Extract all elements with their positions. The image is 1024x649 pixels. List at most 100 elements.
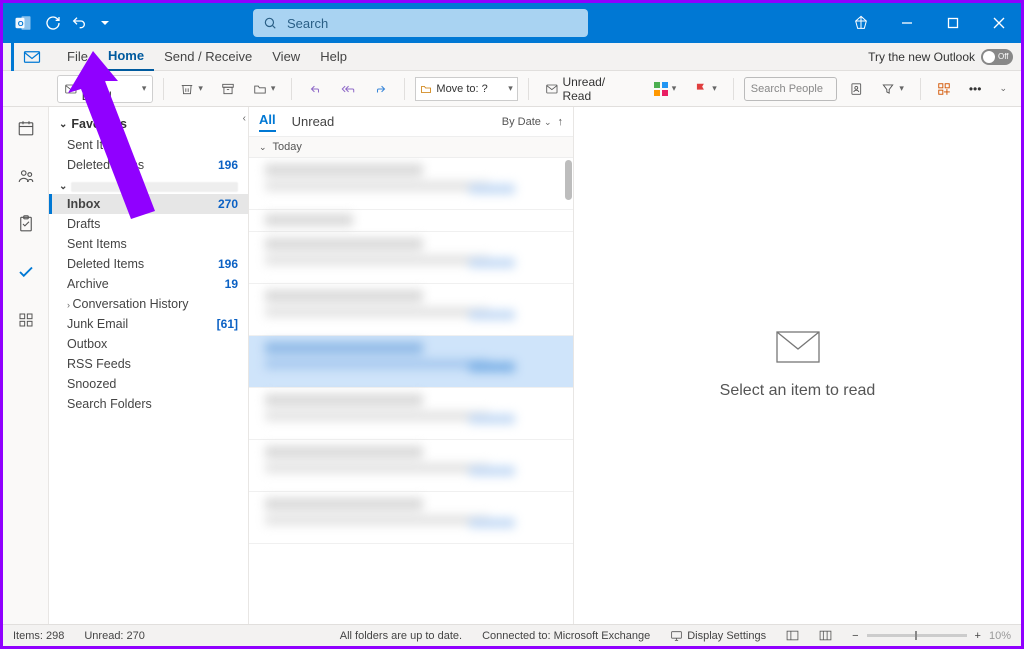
collapse-folder-pane-button[interactable]: ‹: [243, 113, 246, 124]
folder-outbox[interactable]: Outbox: [49, 334, 248, 354]
search-box[interactable]: Search: [253, 9, 588, 37]
sort-by-date[interactable]: By Date ⌄: [502, 116, 552, 128]
menu-help[interactable]: Help: [310, 43, 357, 71]
mail-item[interactable]: [249, 492, 573, 544]
status-items: Items: 298: [13, 630, 64, 642]
view-normal-button[interactable]: [786, 630, 799, 641]
new-email-button[interactable]: New Email ▾: [57, 75, 153, 103]
search-icon: [263, 16, 277, 30]
try-new-outlook-label: Try the new Outlook: [868, 50, 975, 64]
rail-tasks[interactable]: [3, 207, 49, 241]
account-header[interactable]: ⌄: [49, 175, 248, 194]
move-to-dropdown[interactable]: Move to: ? ▾: [415, 77, 517, 101]
unread-read-button[interactable]: Unread/ Read: [539, 75, 642, 103]
status-sync: All folders are up to date.: [340, 630, 462, 642]
forward-button[interactable]: [368, 75, 394, 103]
folder-drafts[interactable]: Drafts: [49, 214, 248, 234]
zoom-slider[interactable]: − + 10%: [852, 630, 1011, 642]
folder-conversation-history[interactable]: › Conversation History: [49, 294, 248, 314]
archive-icon: [221, 82, 235, 96]
ribbon-expand-button[interactable]: ⌄: [993, 75, 1013, 103]
undo-icon[interactable]: [69, 13, 89, 33]
unread-read-label: Unread/ Read: [562, 75, 635, 103]
folder-pane: ‹ ⌄Favorites Sent Items Deleted Items196…: [49, 107, 249, 624]
search-placeholder: Search: [287, 16, 328, 31]
delete-button[interactable]: ▾: [174, 75, 209, 103]
try-new-outlook-toggle[interactable]: Off: [981, 49, 1013, 65]
mail-module-icon[interactable]: [11, 43, 49, 71]
address-book-button[interactable]: [843, 75, 869, 103]
filter-button[interactable]: ▾: [875, 75, 910, 103]
menu-view[interactable]: View: [262, 43, 310, 71]
folder-fav-sent[interactable]: Sent Items: [49, 135, 248, 155]
rail-people[interactable]: [3, 159, 49, 193]
new-email-label: New Email: [82, 75, 138, 103]
folder-icon: [420, 83, 432, 95]
categorize-button[interactable]: ▾: [648, 75, 683, 103]
menu-file[interactable]: File: [57, 43, 98, 71]
menu-send-receive[interactable]: Send / Receive: [154, 43, 262, 71]
mail-item[interactable]: [249, 284, 573, 336]
apps-button[interactable]: [931, 75, 957, 103]
archive-button[interactable]: [215, 75, 241, 103]
svg-text:O: O: [18, 19, 24, 28]
display-settings-button[interactable]: Display Settings: [670, 630, 766, 642]
menu-home[interactable]: Home: [98, 43, 154, 71]
reading-pane: Select an item to read: [574, 107, 1021, 624]
trash-icon: [180, 82, 194, 96]
filter-icon: [881, 82, 895, 96]
rail-calendar[interactable]: [3, 111, 49, 145]
folder-move-icon: [253, 82, 267, 96]
folder-inbox[interactable]: Inbox270: [49, 194, 248, 214]
folder-junk[interactable]: Junk Email[61]: [49, 314, 248, 334]
ribbon: New Email ▾ ▾ ▾ Move to: ? ▾ Unread/ Rea…: [3, 71, 1021, 107]
mail-item[interactable]: [249, 158, 573, 210]
search-people-input[interactable]: Search People: [744, 77, 838, 101]
folder-fav-deleted[interactable]: Deleted Items196: [49, 155, 248, 175]
qat-dropdown-icon[interactable]: [95, 13, 115, 33]
folder-search-folders[interactable]: Search Folders: [49, 394, 248, 414]
tab-all[interactable]: All: [259, 112, 276, 132]
menu-bar: File Home Send / Receive View Help Try t…: [3, 43, 1021, 71]
status-bar: Items: 298 Unread: 270 All folders are u…: [3, 624, 1021, 646]
maximize-button[interactable]: [931, 3, 975, 43]
monitor-icon: [670, 630, 683, 641]
reply-all-button[interactable]: [334, 75, 362, 103]
folder-deleted-items[interactable]: Deleted Items196: [49, 254, 248, 274]
move-button[interactable]: ▾: [247, 75, 282, 103]
zoom-out-icon[interactable]: −: [852, 630, 858, 642]
ellipsis-icon: •••: [969, 82, 982, 96]
mail-item[interactable]: [249, 210, 573, 232]
minimize-button[interactable]: [885, 3, 929, 43]
outlook-logo-icon: O: [13, 13, 33, 33]
folder-snoozed[interactable]: Snoozed: [49, 374, 248, 394]
folder-rss[interactable]: RSS Feeds: [49, 354, 248, 374]
tab-unread[interactable]: Unread: [292, 114, 335, 129]
rail-todo[interactable]: [3, 255, 49, 289]
flag-button[interactable]: ▾: [688, 75, 723, 103]
categories-icon: [654, 82, 668, 96]
flag-icon: [694, 82, 708, 96]
reading-empty-message: Select an item to read: [720, 382, 876, 400]
zoom-in-icon[interactable]: +: [975, 630, 981, 642]
rail-more-apps[interactable]: [3, 303, 49, 337]
reply-icon: [308, 82, 322, 96]
more-commands-button[interactable]: •••: [963, 75, 988, 103]
reply-button[interactable]: [302, 75, 328, 103]
forward-icon: [374, 82, 388, 96]
sync-icon[interactable]: [43, 13, 63, 33]
folder-archive[interactable]: Archive19: [49, 274, 248, 294]
mail-item[interactable]: [249, 388, 573, 440]
favorites-header[interactable]: ⌄Favorites: [49, 113, 248, 135]
premium-icon[interactable]: [839, 3, 883, 43]
mail-item[interactable]: [249, 440, 573, 492]
close-button[interactable]: [977, 3, 1021, 43]
view-reading-button[interactable]: [819, 630, 832, 641]
mail-item-selected[interactable]: [249, 336, 573, 388]
group-today[interactable]: ⌄Today: [249, 137, 573, 158]
mail-item[interactable]: [249, 232, 573, 284]
folder-sent-items[interactable]: Sent Items: [49, 234, 248, 254]
zoom-level: 10%: [989, 630, 1011, 642]
sort-direction-button[interactable]: ↑: [558, 116, 564, 128]
address-book-icon: [849, 82, 863, 96]
